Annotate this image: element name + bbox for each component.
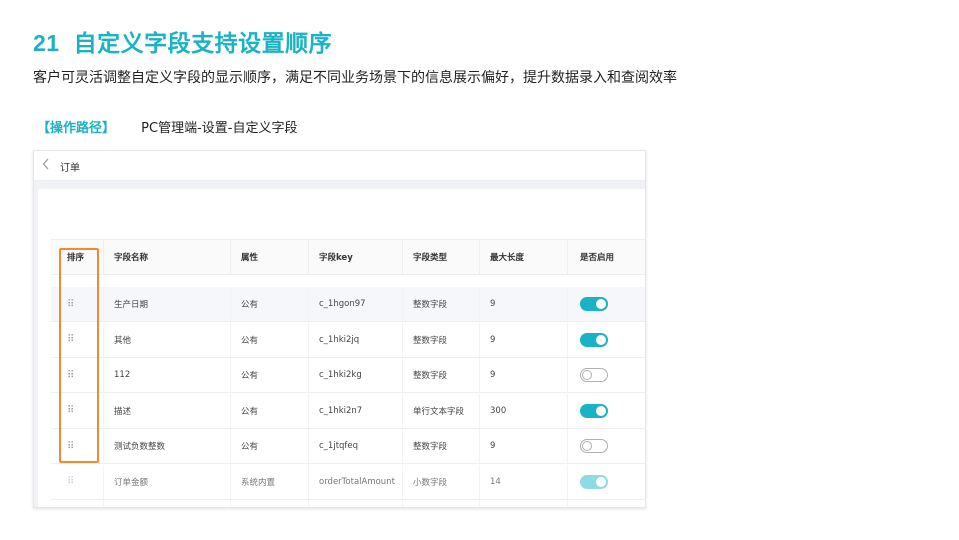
max-length-cell: 14	[480, 464, 568, 499]
drag-handle-cell: ⠿	[51, 287, 104, 321]
page-header: 订单	[34, 151, 645, 181]
toggle-knob	[582, 441, 592, 451]
enabled-toggle[interactable]	[580, 403, 608, 418]
max-length-cell: 9	[480, 322, 568, 357]
field-key-cell: c_1hki2n7	[309, 393, 403, 428]
field-type-cell: 单行文本字段	[403, 500, 480, 507]
attribute-cell: 公有	[231, 393, 309, 428]
drag-handle-icon[interactable]: ⠿	[67, 370, 74, 381]
column-header-field-key: 字段key	[309, 240, 403, 274]
field-name-cell: 测试负数整数	[104, 429, 231, 463]
drag-handle-icon[interactable]: ⠿	[67, 334, 74, 345]
table-row[interactable]: ⠿订单号系统内置orderCode单行文本字段200	[51, 500, 645, 507]
table-row[interactable]: ⠿ 测试负数整数 公有 c_1jtqfeq 整数字段 9	[51, 429, 645, 464]
enabled-cell	[568, 465, 645, 499]
enabled-toggle[interactable]	[580, 368, 608, 382]
field-name-cell: 订单金额	[104, 464, 231, 499]
page-title: 订单	[60, 163, 80, 174]
enabled-cell	[568, 287, 645, 321]
drag-handle-icon[interactable]: ⠿	[67, 405, 74, 416]
enabled-toggle[interactable]	[580, 474, 608, 489]
field-key-cell: orderTotalAmount	[309, 464, 403, 499]
slide-number: 21	[33, 30, 60, 56]
field-name-cell: 订单号	[104, 500, 231, 507]
toggle-knob	[596, 334, 606, 345]
enabled-cell	[568, 394, 645, 428]
attribute-cell: 公有	[231, 358, 309, 392]
column-header-attribute: 属性	[231, 240, 309, 274]
table-spacer	[51, 275, 645, 287]
attribute-cell: 公有	[231, 322, 309, 357]
field-key-cell: c_1hgon97	[309, 287, 403, 321]
drag-handle-cell: ⠿	[51, 464, 104, 499]
attribute-cell: 公有	[231, 287, 309, 321]
drag-handle-icon[interactable]: ⠿	[67, 476, 74, 487]
toggle-knob	[596, 476, 606, 487]
table-header: 排序 字段名称 属性 字段key 字段类型 最大长度 是否启用	[51, 239, 645, 275]
field-type-cell: 整数字段	[403, 429, 480, 463]
attribute-cell: 系统内置	[231, 500, 309, 507]
field-key-cell: c_1hki2jq	[309, 322, 403, 357]
field-key-cell: c_1jtqfeq	[309, 429, 403, 463]
slide-title-text: 自定义字段支持设置顺序	[73, 31, 333, 57]
max-length-cell: 9	[480, 358, 568, 392]
column-header-sort: 排序	[51, 240, 104, 274]
content-panel: 排序 字段名称 属性 字段key 字段类型 最大长度 是否启用 ⠿ 生产日期 公有 c…	[38, 189, 645, 507]
drag-handle-icon[interactable]: ⠿	[67, 299, 74, 310]
toggle-knob	[596, 405, 606, 416]
chevron-left-icon[interactable]	[42, 158, 52, 172]
drag-handle-cell: ⠿	[51, 393, 104, 428]
enabled-toggle[interactable]	[580, 332, 608, 347]
table-row[interactable]: ⠿ 订单金额 系统内置 orderTotalAmount 小数字段 14	[51, 464, 645, 500]
field-type-cell: 单行文本字段	[403, 393, 480, 428]
column-header-field-name: 字段名称	[104, 240, 231, 274]
drag-handle-cell: ⠿	[51, 358, 104, 392]
table-row[interactable]: ⠿ 112 公有 c_1hki2kg 整数字段 9	[51, 358, 645, 393]
enabled-toggle[interactable]	[580, 439, 608, 453]
field-name-cell: 生产日期	[104, 287, 231, 321]
field-name-cell: 描述	[104, 393, 231, 428]
drag-handle-icon[interactable]: ⠿	[67, 441, 74, 452]
field-type-cell: 小数字段	[403, 464, 480, 499]
enabled-cell	[568, 358, 645, 392]
enabled-toggle[interactable]	[580, 297, 608, 311]
enabled-cell	[568, 500, 645, 507]
table-row[interactable]: ⠿ 生产日期 公有 c_1hgon97 整数字段 9	[51, 287, 645, 322]
field-name-cell: 112	[104, 358, 231, 392]
attribute-cell: 公有	[231, 429, 309, 463]
operation-path: 【操作路径】 PC管理端-设置-自定义字段	[37, 117, 297, 136]
toggle-knob	[582, 370, 592, 380]
slide-description: 客户可灵活调整自定义字段的显示顺序，满足不同业务场景下的信息展示偏好，提升数据录…	[33, 70, 677, 86]
attribute-cell: 系统内置	[231, 464, 309, 499]
field-type-cell: 整数字段	[403, 322, 480, 357]
drag-handle-cell: ⠿	[51, 429, 104, 463]
max-length-cell: 200	[480, 500, 568, 507]
enabled-cell	[568, 323, 645, 357]
slide-title: 21 自定义字段支持设置顺序	[33, 24, 332, 58]
drag-handle-cell: ⠿	[51, 322, 104, 357]
column-header-field-type: 字段类型	[403, 240, 480, 274]
field-type-cell: 整数字段	[403, 287, 480, 321]
table-row[interactable]: ⠿ 描述 公有 c_1hki2n7 单行文本字段 300	[51, 393, 645, 429]
max-length-cell: 9	[480, 429, 568, 463]
path-value: PC管理端-设置-自定义字段	[141, 121, 298, 136]
field-name-cell: 其他	[104, 322, 231, 357]
max-length-cell: 300	[480, 393, 568, 428]
column-header-enabled: 是否启用	[568, 240, 645, 274]
field-key-cell: c_1hki2kg	[309, 358, 403, 392]
app-screenshot: 订单 排序 字段名称 属性 字段key 字段类型 最大长度 是否启用 ⠿ 生产日期…	[33, 150, 646, 508]
path-label: 【操作路径】	[37, 121, 116, 136]
field-key-cell: orderCode	[309, 500, 403, 507]
column-header-max-length: 最大长度	[480, 240, 568, 274]
max-length-cell: 9	[480, 287, 568, 321]
toggle-knob	[596, 299, 606, 309]
table-row[interactable]: ⠿ 其他 公有 c_1hki2jq 整数字段 9	[51, 322, 645, 358]
enabled-cell	[568, 429, 645, 463]
drag-handle-cell: ⠿	[51, 500, 104, 507]
field-type-cell: 整数字段	[403, 358, 480, 392]
